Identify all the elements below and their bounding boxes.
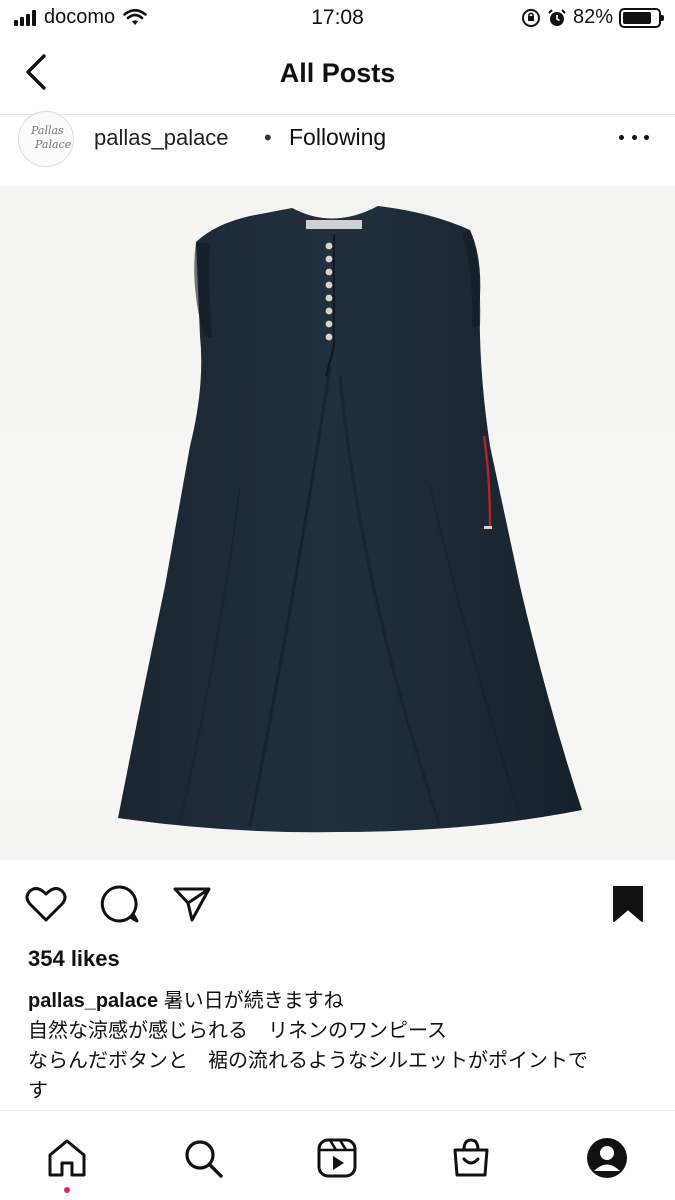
reels-icon [317, 1138, 357, 1178]
save-button[interactable] [606, 882, 650, 926]
orientation-lock-icon [521, 8, 540, 27]
caption-line-3: ならんだボタンと 裾の流れるようなシルエットがポイントで [28, 1050, 588, 1072]
tab-reels[interactable] [314, 1135, 360, 1181]
more-dot [644, 134, 649, 140]
send-icon [173, 887, 211, 922]
share-button[interactable] [170, 882, 214, 926]
comment-button[interactable] [98, 882, 142, 926]
dress-illustration [118, 206, 582, 833]
home-icon [48, 1139, 86, 1177]
caption-line-1: pallas_palace 暑い日が続きますね [28, 986, 648, 1016]
battery-fill [623, 11, 651, 24]
post-image[interactable] [0, 186, 675, 860]
tab-profile[interactable] [584, 1135, 630, 1181]
alarm-icon [548, 8, 566, 26]
caption-text-1: 暑い日が続きますね [163, 990, 344, 1012]
heart-icon [25, 887, 67, 922]
shop-icon [453, 1138, 489, 1177]
battery-icon [619, 7, 664, 28]
more-options-button[interactable] [619, 127, 649, 147]
post-header: Pallas Palace pallas_palace • Following [0, 111, 675, 186]
page-title: All Posts [279, 58, 396, 88]
svg-text:Pallas: Pallas [30, 124, 64, 137]
search-icon [185, 1140, 223, 1178]
post-actions [0, 876, 675, 932]
tab-shop[interactable] [448, 1135, 494, 1181]
status-bar: docomo 17:08 82% [0, 0, 675, 40]
separator-dot: • [264, 125, 272, 150]
bottom-tab-bar [0, 1110, 675, 1200]
profile-icon [587, 1138, 627, 1178]
caption-username[interactable]: pallas_palace [28, 990, 158, 1012]
tab-search[interactable] [180, 1135, 226, 1181]
post-username[interactable]: pallas_palace [94, 125, 229, 151]
avatar[interactable]: Pallas Palace [18, 111, 74, 167]
nav-header: All Posts [0, 40, 675, 114]
bookmark-icon [613, 886, 643, 922]
comment-icon [100, 885, 139, 923]
following-button[interactable]: Following [289, 124, 386, 151]
more-dot [631, 134, 637, 140]
svg-text:Palace: Palace [34, 138, 71, 151]
post-caption: pallas_palace 暑い日が続きますね 自然な涼感が感じられる リネンの… [28, 986, 648, 1106]
caption-line-4: す [28, 1080, 48, 1102]
battery-percent: 82% [572, 6, 613, 28]
likes-count[interactable]: 354 likes [28, 946, 120, 972]
status-right: 82% [521, 6, 664, 29]
caption-line-2: 自然な涼感が感じられる リネンのワンピース [28, 1020, 447, 1042]
like-button[interactable] [24, 882, 68, 926]
tab-home[interactable] [44, 1135, 90, 1181]
avatar-logo: Pallas Palace [30, 124, 71, 151]
notification-dot [64, 1187, 70, 1193]
more-dot [619, 134, 624, 140]
